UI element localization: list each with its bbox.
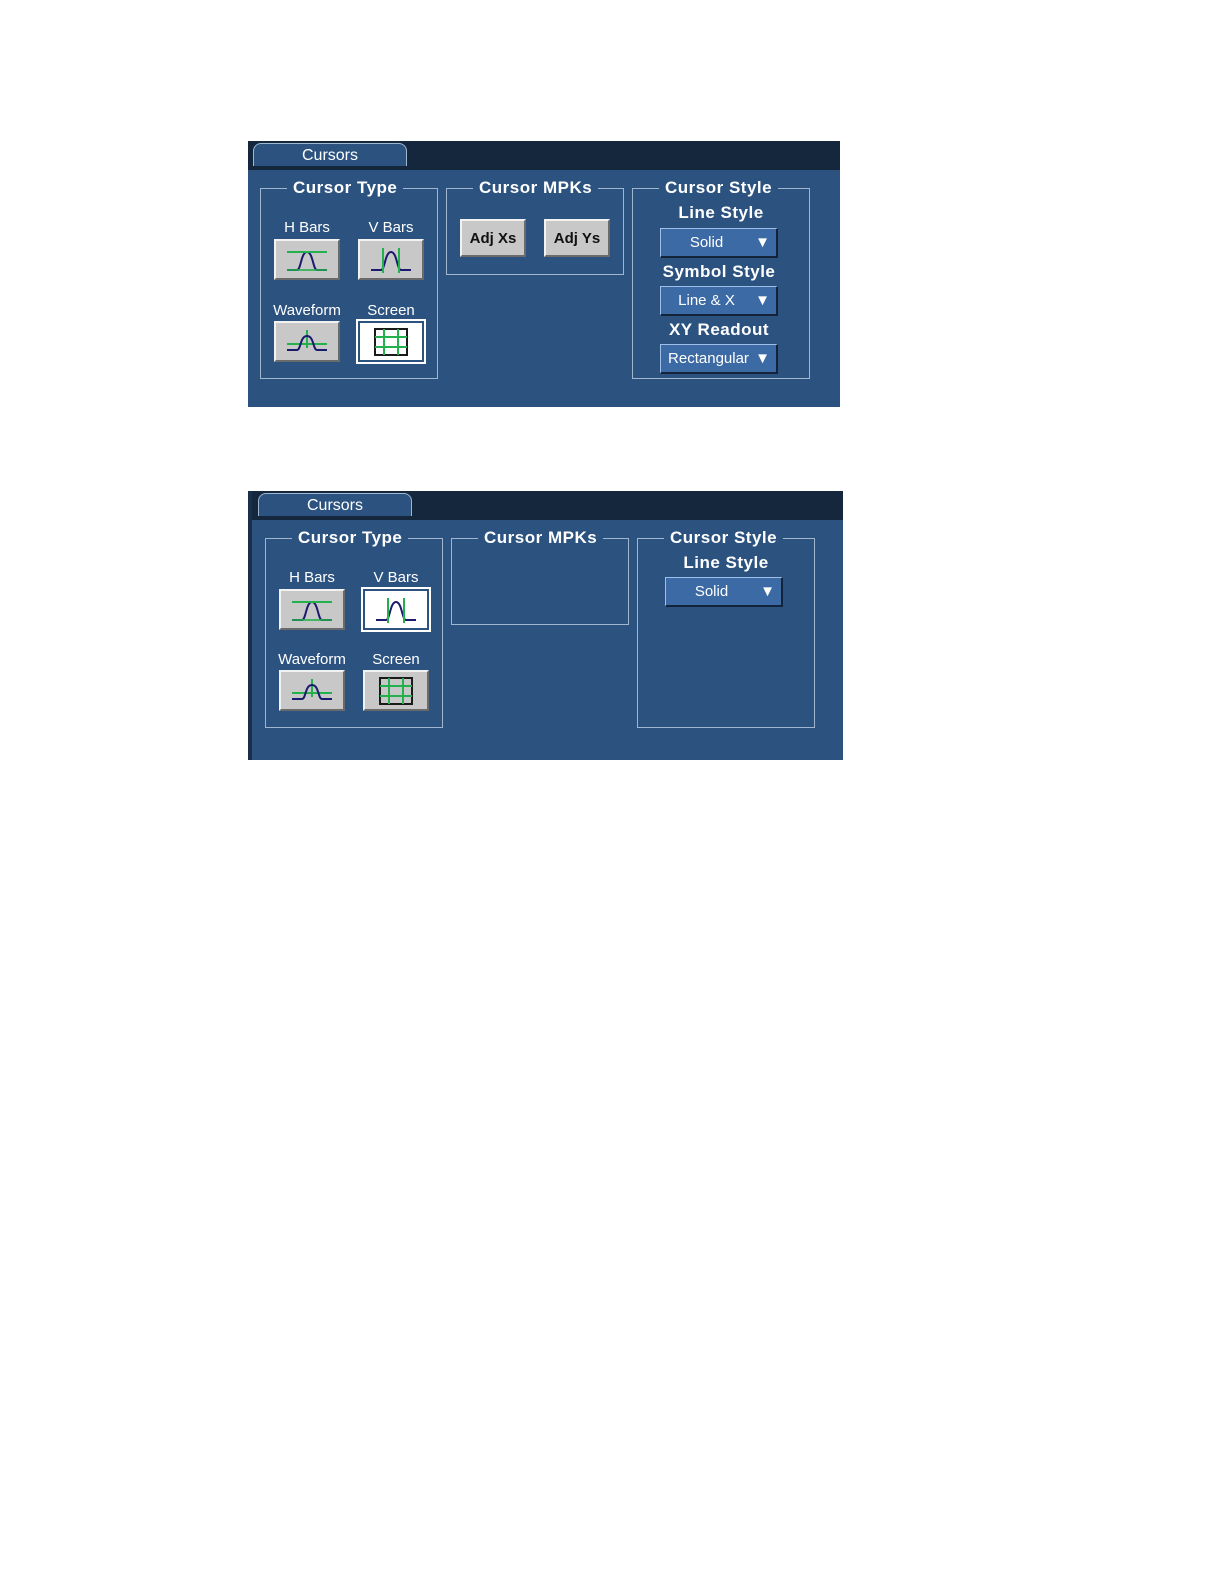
vbars-icon — [371, 247, 411, 273]
cursor-style-title: Cursor Style — [670, 528, 778, 547]
waveform-label: Waveform — [278, 651, 346, 668]
screen-cursor-icon — [374, 327, 408, 356]
screen-button[interactable] — [363, 670, 429, 711]
tab-bar: Cursors — [248, 141, 840, 170]
cursor-mpks-title: Cursor MPKs — [484, 528, 598, 547]
symbol-style-value: Line & X — [678, 292, 735, 309]
vbars-button[interactable] — [361, 587, 431, 632]
vbars-icon — [376, 597, 416, 623]
vbars-label: V Bars — [368, 219, 414, 236]
adj-xs-button[interactable]: Adj Xs — [460, 219, 526, 257]
tab-cursors[interactable]: Cursors — [258, 493, 412, 516]
hbars-icon — [292, 600, 332, 621]
waveform-icon — [287, 329, 327, 351]
vbars-button[interactable] — [358, 239, 424, 280]
waveform-icon — [292, 678, 332, 700]
symbol-style-dropdown[interactable]: Line & X ▼ — [660, 286, 778, 316]
waveform-button[interactable] — [274, 321, 340, 362]
line-style-label: Line Style — [683, 553, 769, 572]
line-style-label: Line Style — [678, 203, 764, 222]
adj-ys-button[interactable]: Adj Ys — [544, 219, 610, 257]
line-style-dropdown[interactable]: Solid ▼ — [665, 577, 783, 607]
hbars-icon — [287, 250, 327, 271]
tab-cursors[interactable]: Cursors — [253, 143, 407, 166]
dropdown-arrow-icon: ▼ — [760, 583, 775, 600]
screen-label: Screen — [372, 651, 420, 668]
line-style-dropdown[interactable]: Solid ▼ — [660, 228, 778, 258]
dropdown-arrow-icon: ▼ — [755, 292, 770, 309]
vbars-label: V Bars — [373, 569, 419, 586]
symbol-style-label: Symbol Style — [662, 262, 776, 281]
cursor-style-title: Cursor Style — [665, 178, 773, 197]
screen-label: Screen — [367, 302, 415, 319]
cursors-control-window-2: Cursors Cursor Type H Bars V Bars Wavefo… — [248, 491, 843, 760]
cursor-mpks-title: Cursor MPKs — [479, 178, 593, 197]
cursor-type-title: Cursor Type — [298, 528, 403, 547]
hbars-button[interactable] — [279, 589, 345, 630]
hbars-label: H Bars — [289, 569, 335, 586]
xy-readout-dropdown[interactable]: Rectangular ▼ — [660, 344, 778, 374]
screen-button[interactable] — [356, 319, 426, 364]
xy-readout-label: XY Readout — [668, 320, 770, 339]
tab-bar: Cursors — [252, 491, 843, 520]
waveform-label: Waveform — [273, 302, 341, 319]
hbars-label: H Bars — [284, 219, 330, 236]
cursors-control-window-1: Cursors Cursor Type H Bars V Bars Wavefo… — [248, 141, 840, 407]
cursor-mpks-group: Cursor MPKs — [451, 528, 629, 625]
cursor-type-title: Cursor Type — [293, 178, 398, 197]
line-style-value: Solid — [689, 234, 724, 251]
xy-readout-value: Rectangular — [668, 350, 749, 367]
dropdown-arrow-icon: ▼ — [755, 234, 770, 251]
line-style-value: Solid — [694, 583, 729, 600]
hbars-button[interactable] — [274, 239, 340, 280]
screen-cursor-icon — [379, 676, 413, 705]
waveform-button[interactable] — [279, 670, 345, 711]
dropdown-arrow-icon: ▼ — [755, 350, 770, 367]
